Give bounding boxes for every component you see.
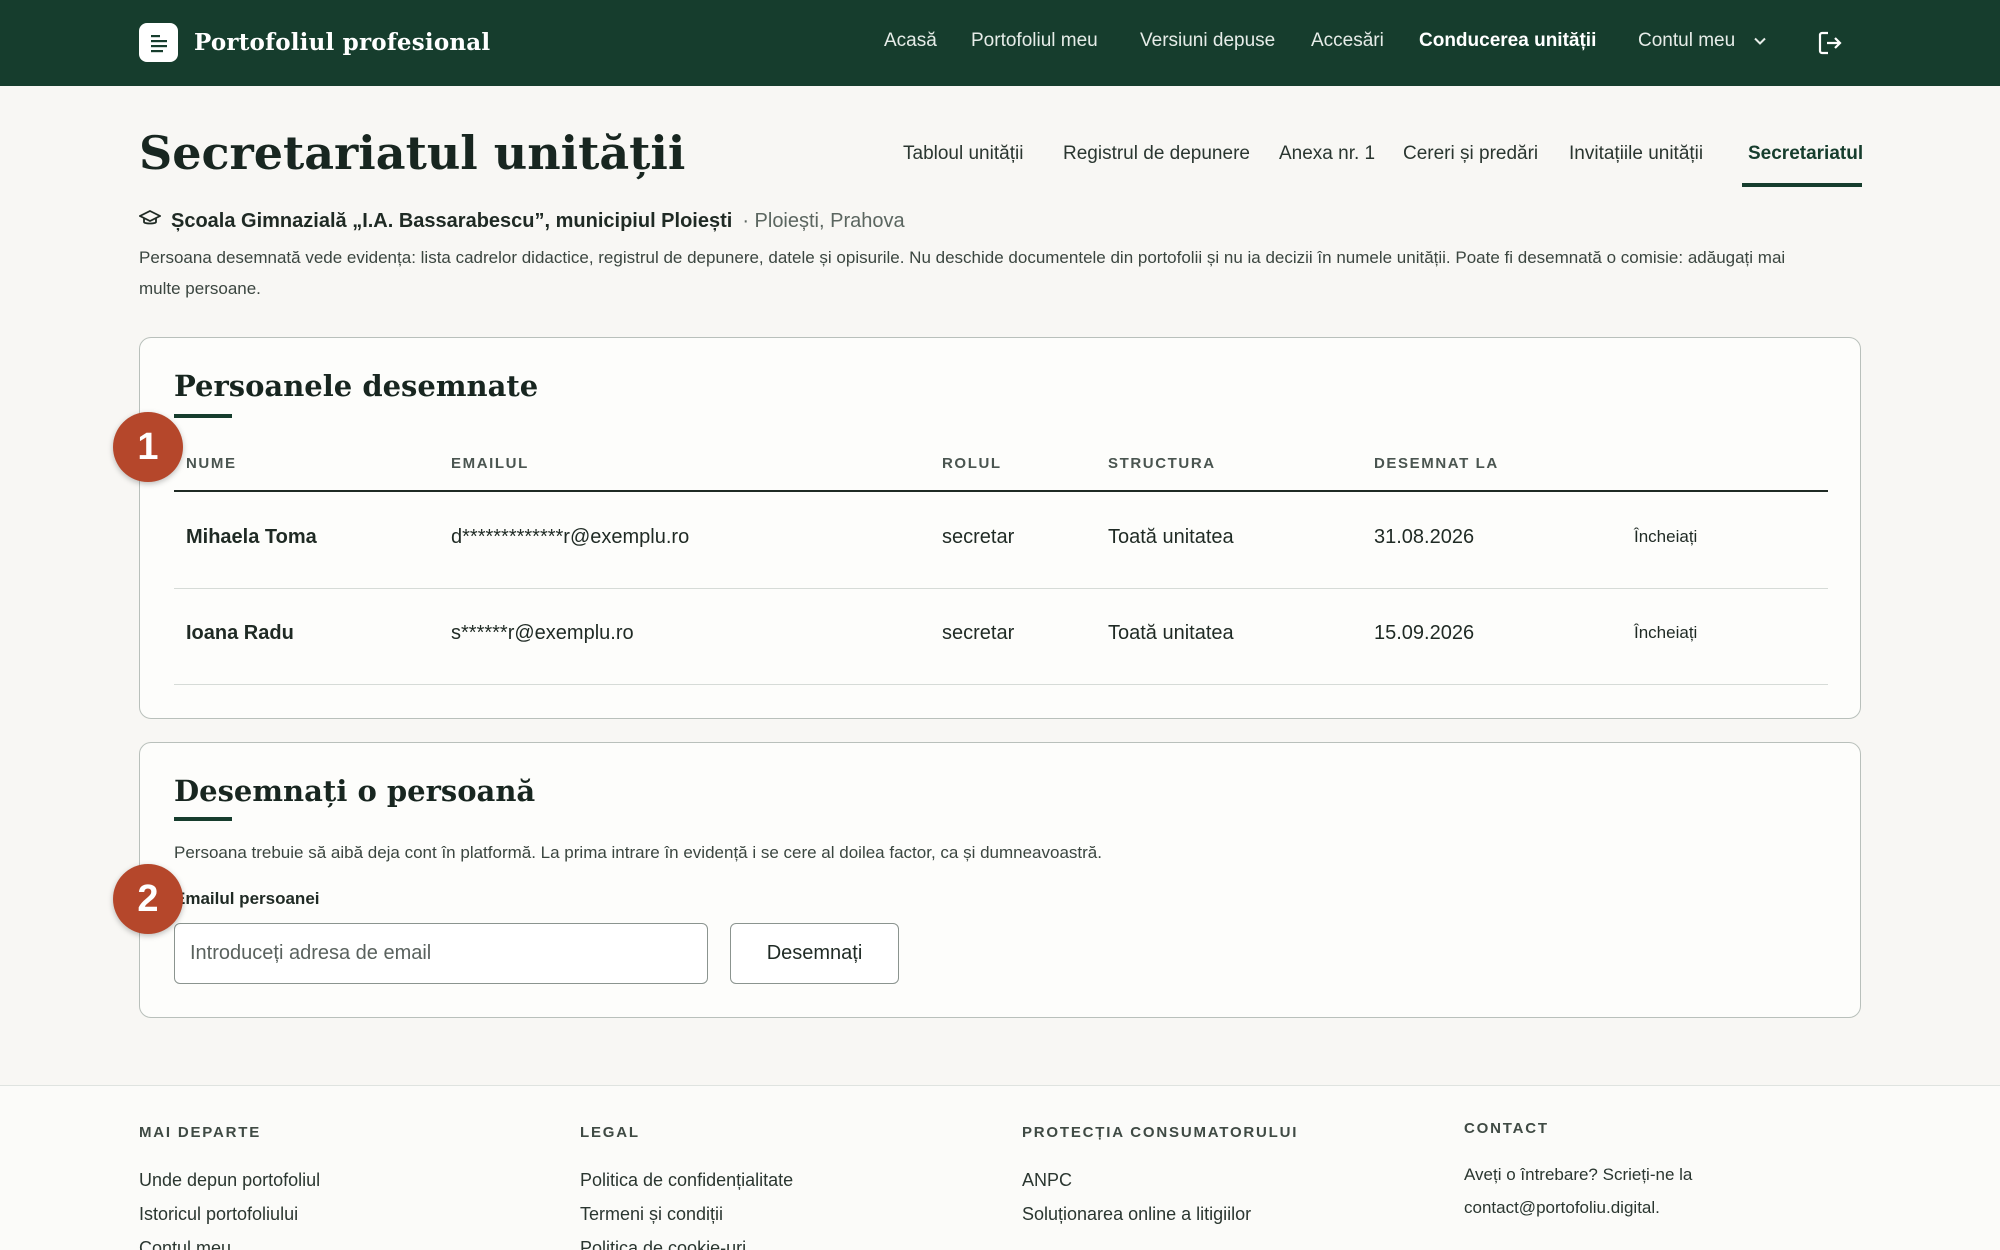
tab-unit-dashboard[interactable]: Tabloul unității xyxy=(903,143,1023,165)
designated-persons-card: Persoanele desemnate NUME EMAILUL ROLUL … xyxy=(139,337,1861,719)
tab-secretariat[interactable]: Secretariatul xyxy=(1748,143,1863,165)
school-location: · Ploiești, Prahova xyxy=(742,209,905,232)
footer-link[interactable]: Politica de confidențialitate xyxy=(580,1170,793,1191)
nav-submitted-versions[interactable]: Versiuni depuse xyxy=(1140,30,1275,52)
designated-persons-title: Persoanele desemnate xyxy=(174,369,539,403)
nav-unit-management[interactable]: Conducerea unității xyxy=(1419,30,1596,52)
row-divider xyxy=(174,684,1828,685)
brand-link[interactable]: Portofoliul profesional xyxy=(139,23,490,62)
intro-text: Persoana desemnată vede evidența: lista … xyxy=(139,248,1786,298)
designate-person-card: Desemnați o persoană Persoana trebuie să… xyxy=(139,742,1861,1018)
row-divider xyxy=(174,588,1828,589)
person-email: d*************r@exemplu.ro xyxy=(451,526,690,548)
column-header-email: EMAILUL xyxy=(451,455,529,472)
designate-button[interactable]: Desemnați xyxy=(730,923,899,984)
designate-person-title: Desemnați o persoană xyxy=(174,774,536,808)
person-designated-date: 15.09.2026 xyxy=(1374,622,1475,644)
person-structure: Toată unitatea xyxy=(1108,622,1234,644)
graduation-cap-icon xyxy=(137,208,163,234)
column-header-role: ROLUL xyxy=(942,455,1002,472)
person-email: s******r@exemplu.ro xyxy=(451,622,634,644)
annotation-badge-2: 2 xyxy=(113,864,183,934)
annotation-badge-1: 1 xyxy=(113,412,183,482)
footer-link[interactable]: Soluționarea online a litigiilor xyxy=(1022,1204,1251,1225)
title-accent-bar xyxy=(174,414,232,418)
person-name: Ioana Radu xyxy=(186,622,294,644)
top-navigation-bar: Portofoliul profesional Acasă Portofoliu… xyxy=(0,0,2000,86)
footer: MAI DEPARTE Unde depun portofoliul Istor… xyxy=(0,1085,2000,1250)
page-title: Secretariatul unității xyxy=(139,126,686,180)
person-role: secretar xyxy=(942,526,1015,548)
footer-link[interactable]: Unde depun portofoliul xyxy=(139,1170,320,1191)
column-header-designated-on: DESEMNAT LA xyxy=(1374,455,1499,472)
tab-requests-handovers[interactable]: Cereri și predări xyxy=(1403,143,1538,165)
school-name: Școala Gimnazială „I.A. Bassarabescu”, m… xyxy=(171,209,733,232)
designate-note: Persoana trebuie să aibă deja cont în pl… xyxy=(174,843,1102,862)
tab-annex-1[interactable]: Anexa nr. 1 xyxy=(1279,143,1375,165)
table-header-divider xyxy=(174,490,1828,492)
footer-link[interactable]: Termeni și condiții xyxy=(580,1204,723,1225)
person-name: Mihaela Toma xyxy=(186,526,317,548)
nav-account-menu[interactable]: Contul meu xyxy=(1638,30,1735,52)
brand-name: Portofoliul profesional xyxy=(194,29,491,56)
person-designated-date: 31.08.2026 xyxy=(1374,526,1475,548)
footer-heading: CONTACT xyxy=(1464,1120,1549,1137)
footer-heading: PROTECȚIA CONSUMATORULUI xyxy=(1022,1124,1299,1141)
contact-text: Aveți o întrebare? Scrieți-ne la xyxy=(1464,1165,1693,1184)
footer-heading: MAI DEPARTE xyxy=(139,1124,262,1141)
email-field-label: Emailul persoanei xyxy=(174,889,320,908)
document-icon xyxy=(139,23,178,62)
school-info: Școala Gimnazială „I.A. Bassarabescu”, m… xyxy=(137,208,905,234)
email-field[interactable] xyxy=(174,923,708,984)
end-designation-button[interactable]: Încheiați xyxy=(1634,623,1697,643)
active-tab-indicator xyxy=(1742,183,1862,187)
chevron-down-icon[interactable] xyxy=(1752,33,1768,54)
column-header-structure: STRUCTURA xyxy=(1108,455,1216,472)
person-structure: Toată unitatea xyxy=(1108,526,1234,548)
tab-submission-register[interactable]: Registrul de depunere xyxy=(1063,143,1250,165)
footer-link[interactable]: Contul meu xyxy=(139,1238,231,1250)
footer-link[interactable]: Istoricul portofoliului xyxy=(139,1204,298,1225)
footer-link[interactable]: ANPC xyxy=(1022,1170,1072,1191)
footer-heading: LEGAL xyxy=(580,1124,640,1141)
column-header-name: NUME xyxy=(186,455,237,472)
nav-home[interactable]: Acasă xyxy=(884,30,937,52)
title-accent-bar xyxy=(174,817,232,821)
nav-my-portfolio[interactable]: Portofoliul meu xyxy=(971,30,1098,52)
nav-accesses[interactable]: Accesări xyxy=(1311,30,1384,52)
tab-unit-invitations[interactable]: Invitațiile unității xyxy=(1569,143,1703,165)
footer-link[interactable]: Politica de cookie-uri xyxy=(580,1238,746,1250)
person-role: secretar xyxy=(942,622,1015,644)
end-designation-button[interactable]: Încheiați xyxy=(1634,527,1697,547)
logout-icon[interactable] xyxy=(1815,28,1845,63)
contact-email-link[interactable]: contact@portofoliu.digital. xyxy=(1464,1191,1660,1224)
